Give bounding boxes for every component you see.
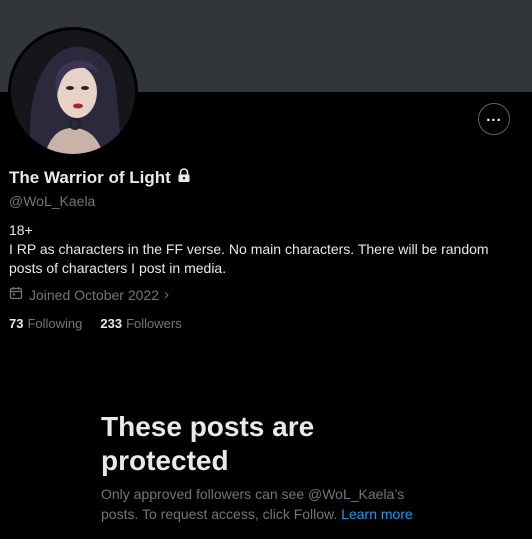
avatar[interactable] <box>8 27 138 157</box>
profile-name-row: The Warrior of Light <box>9 168 191 188</box>
learn-more-link[interactable]: Learn more <box>341 506 413 522</box>
display-name: The Warrior of Light <box>9 168 171 187</box>
bio-line: I RP as characters in the FF verse. No m… <box>9 241 489 276</box>
followers-count: 233 <box>100 316 123 331</box>
more-options-button[interactable]: ... <box>478 103 510 135</box>
chevron-right-icon: › <box>163 286 169 303</box>
followers-link[interactable]: 233 Followers <box>100 316 181 331</box>
joined-date[interactable]: Joined October 2022 › <box>9 286 169 303</box>
calendar-icon <box>9 286 23 303</box>
profile-handle: @WoL_Kaela <box>9 193 96 209</box>
following-label: Following <box>27 316 83 331</box>
profile-bio: 18+ I RP as characters in the FF verse. … <box>9 221 524 278</box>
profile-stats: 73 Following 233 Followers <box>9 316 200 331</box>
lock-icon <box>177 168 191 188</box>
following-link[interactable]: 73 Following <box>9 316 82 331</box>
following-count: 73 <box>9 316 24 331</box>
more-options-icon: ... <box>486 107 502 125</box>
avatar-image <box>11 30 135 154</box>
followers-label: Followers <box>126 316 182 331</box>
bio-line: 18+ <box>9 222 33 238</box>
protected-description: Only approved followers can see @WoL_Kae… <box>101 484 421 524</box>
joined-text: Joined October 2022 <box>29 286 159 303</box>
protected-title: These posts are protected <box>101 411 315 476</box>
